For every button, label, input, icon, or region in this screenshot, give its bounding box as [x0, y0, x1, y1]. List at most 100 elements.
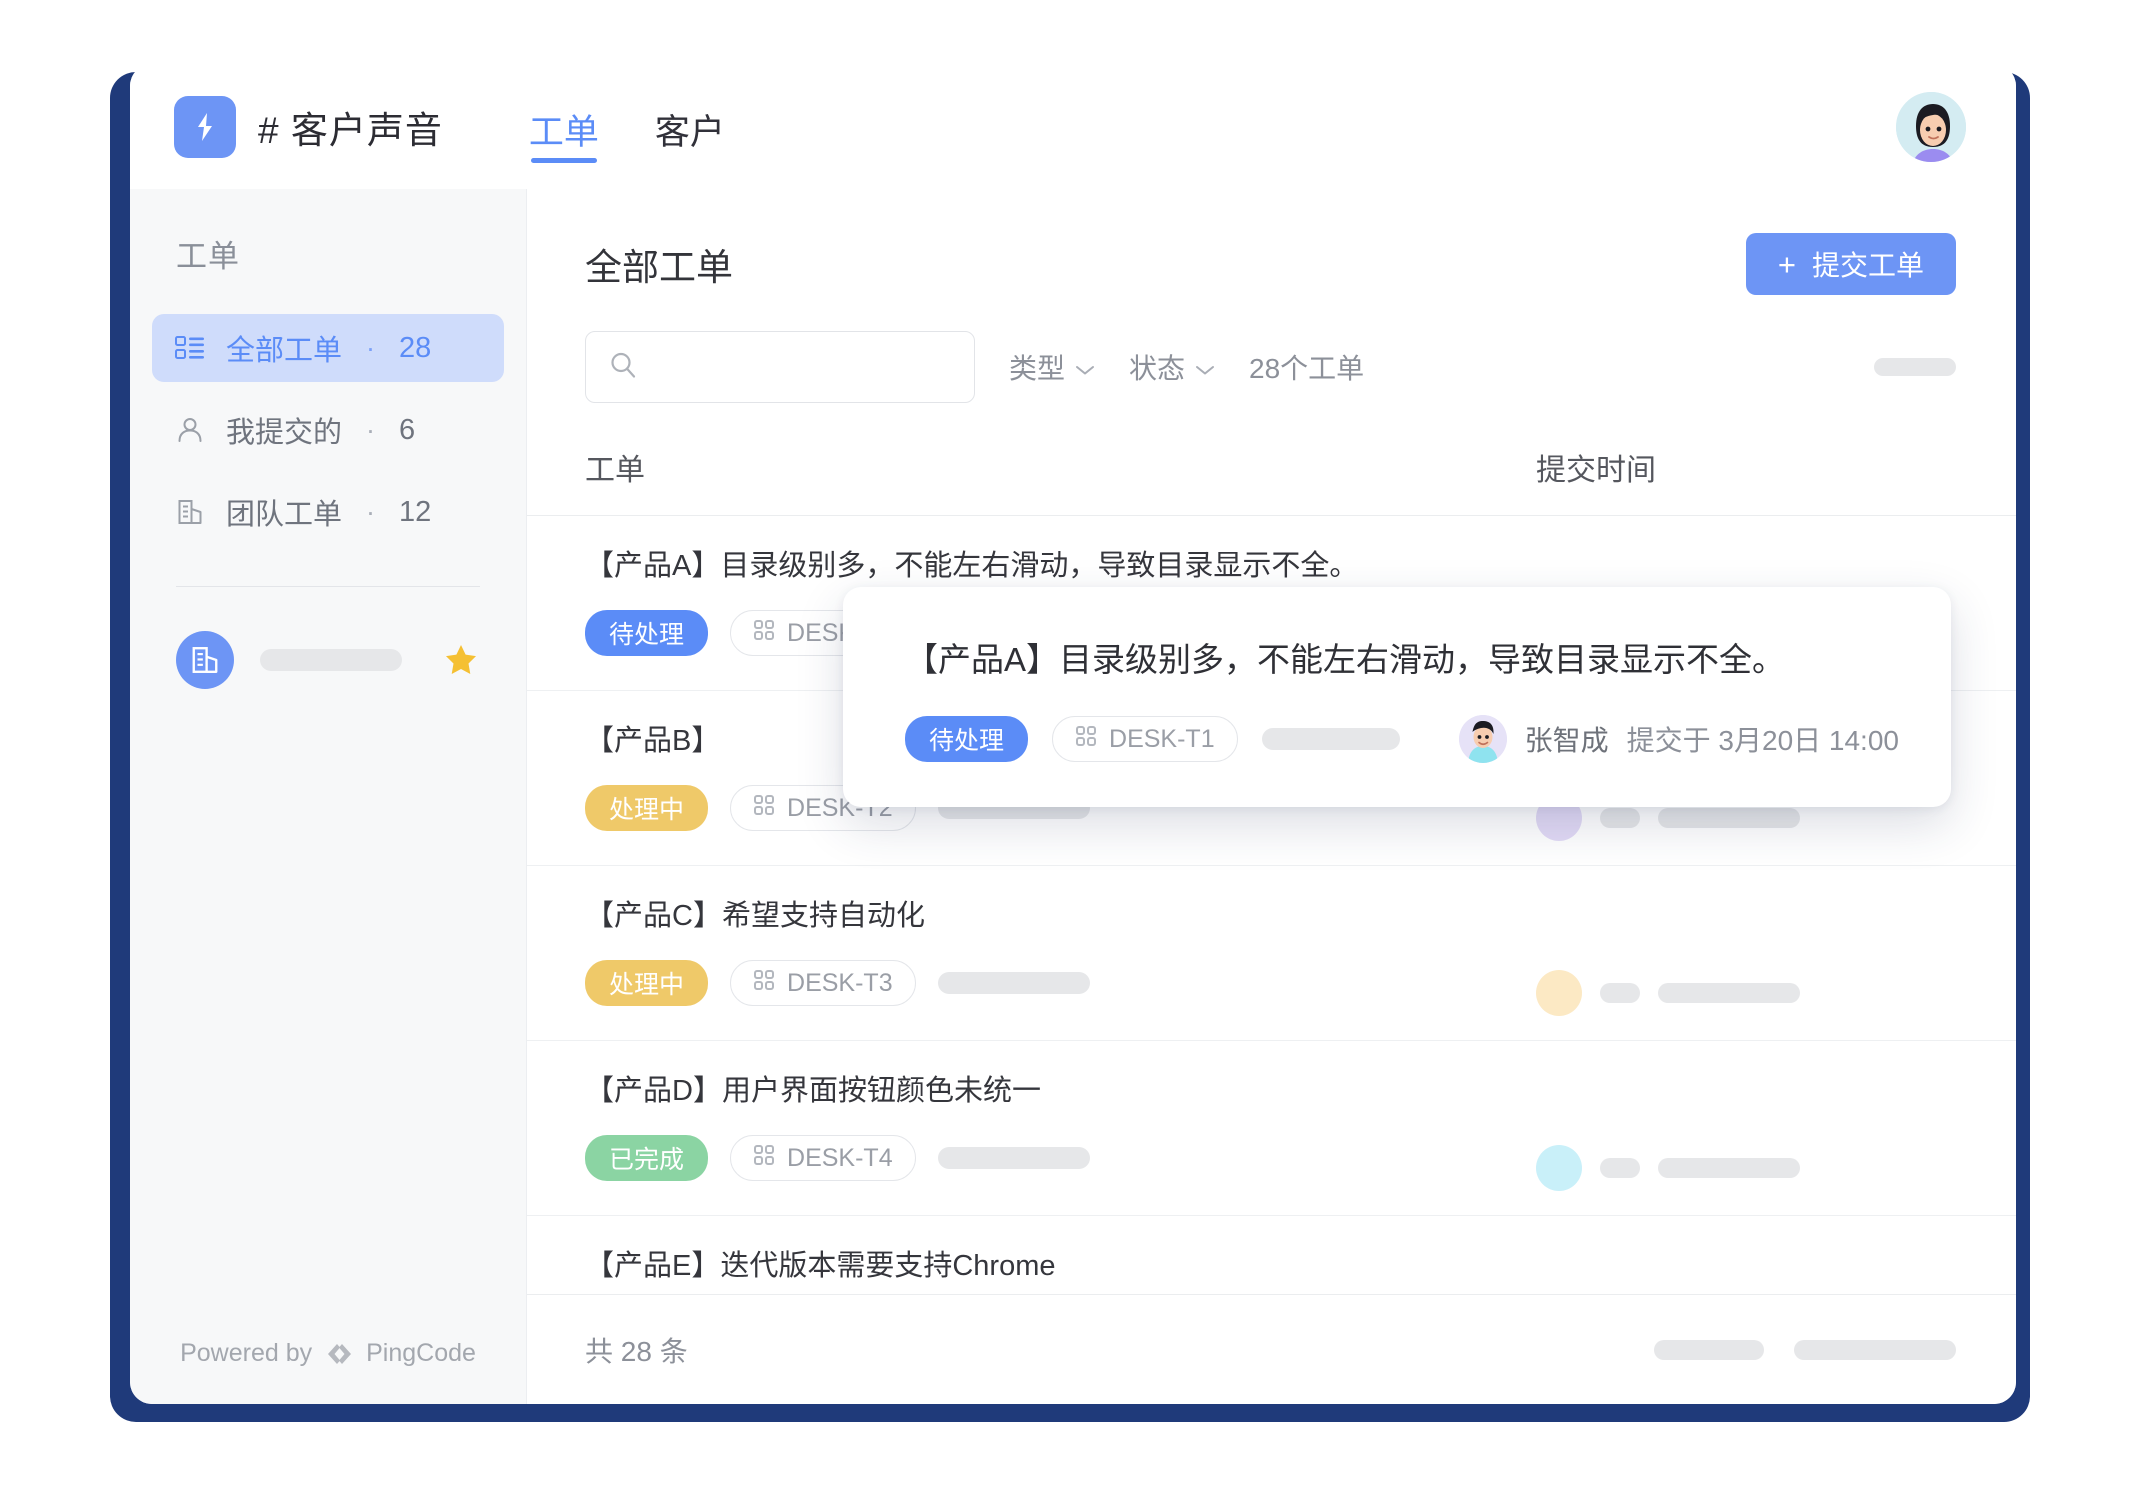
ticket-tag[interactable]: DESK-T3	[730, 960, 916, 1006]
tab-customers[interactable]: 客户	[655, 64, 725, 189]
sidebar-item-all-tickets-sep: ·	[366, 332, 376, 363]
pagination-placeholder-right	[1794, 1339, 1956, 1360]
building-icon	[174, 496, 206, 528]
top-bar: # 客户声音 工单 客户	[130, 64, 2016, 189]
grid-four-icon	[753, 1144, 775, 1173]
building-icon	[176, 631, 234, 689]
grid-four-icon	[753, 969, 775, 998]
column-header-ticket: 工单	[585, 454, 645, 487]
search-icon	[608, 350, 638, 385]
sidebar-item-all-tickets-label: 全部工单	[226, 335, 343, 367]
ticket-meta-placeholder	[937, 1147, 1090, 1169]
ticket-meta: 已完成 DESK-T4	[585, 1135, 1536, 1181]
ticket-meta-placeholder	[937, 972, 1090, 994]
row-content: 【产品E】迭代版本需要支持Chrome 已完成	[585, 1242, 1536, 1294]
preview-author-name: 张智成	[1524, 725, 1609, 756]
ticket-count-text: 28个工单	[1249, 353, 1365, 384]
search-box[interactable]	[585, 331, 975, 403]
preview-card-title: 【产品A】目录级别多，不能左右滑动，导致目录显示不全。	[905, 641, 1786, 678]
ticket-tag-label: DESK-T3	[787, 968, 893, 997]
row-time-cell	[1536, 1067, 1956, 1191]
row-content: 【产品D】用户界面按钮颜色未统一 已完成 DESK-T4	[585, 1067, 1536, 1181]
app-window: # 客户声音 工单 客户 工单 全部工单 · 28 我提交的 · 6 团队工单 …	[130, 64, 2016, 1404]
filter-type-label: 类型	[1009, 353, 1066, 384]
status-badge: 处理中	[585, 785, 709, 831]
filter-type-dropdown[interactable]: 类型	[1009, 347, 1095, 387]
tab-tickets-label: 工单	[528, 113, 599, 152]
sidebar-item-all-tickets[interactable]: 全部工单 · 28	[152, 314, 504, 382]
chevron-down-icon	[1195, 351, 1215, 383]
preview-meta-placeholder	[1261, 728, 1400, 750]
preview-author-avatar	[1458, 715, 1507, 763]
preview-ticket-tag[interactable]: DESK-T1	[1052, 716, 1238, 762]
assignee-avatar	[1536, 970, 1582, 1016]
brand-title-text: 客户声音	[290, 109, 443, 151]
main-header: 全部工单 + 提交工单	[527, 189, 2016, 295]
sidebar-project-item[interactable]	[176, 631, 480, 689]
powered-by-label: Powered by	[180, 1339, 313, 1367]
sidebar-item-my-submissions-label: 我提交的	[226, 417, 343, 449]
screenshot-stage: # 客户声音 工单 客户 工单 全部工单 · 28 我提交的 · 6 团队工单 …	[0, 0, 2142, 1503]
status-badge: 处理中	[585, 960, 709, 1006]
sidebar-divider	[176, 586, 480, 587]
total-count-text: 共 28 条	[585, 1335, 688, 1367]
app-logo-icon	[174, 95, 236, 158]
ticket-tag-label: DESK-T4	[787, 1143, 893, 1172]
sidebar-item-my-submissions-count: 6	[399, 413, 416, 446]
ticket-title: 【产品A】目录级别多，不能左右滑动，导致目录显示不全。	[585, 550, 1359, 582]
filter-bar-placeholder	[1874, 358, 1956, 376]
column-header-time: 提交时间	[1536, 454, 1656, 487]
project-name-placeholder	[260, 649, 402, 671]
grid-four-icon	[753, 794, 775, 823]
sidebar-item-my-submissions-sep: ·	[366, 414, 376, 445]
list-grid-icon	[174, 332, 206, 364]
filter-status-label: 状态	[1129, 353, 1186, 384]
page-hash-title: # 客户声音	[258, 100, 443, 154]
preview-card-meta: 待处理 DESK-T1 张智成 提交于 3月20日 14:00	[905, 715, 1899, 763]
ticket-preview-card[interactable]: 【产品A】目录级别多，不能左右滑动，导致目录显示不全。 待处理 DESK-T1	[843, 587, 1951, 807]
star-icon[interactable]	[442, 641, 480, 679]
preview-ticket-tag-label: DESK-T1	[1109, 724, 1215, 753]
sidebar-item-team-tickets[interactable]: 团队工单 · 12	[152, 478, 504, 546]
avatar[interactable]	[1894, 89, 1968, 164]
table-header: 工单 提交时间	[527, 445, 2016, 516]
time-placeholder-long	[1658, 1158, 1800, 1178]
search-input[interactable]	[652, 351, 952, 383]
ticket-title: 【产品D】用户界面按钮颜色未统一	[585, 1075, 1041, 1107]
sidebar-item-my-submissions[interactable]: 我提交的 · 6	[152, 396, 504, 464]
page-title: 全部工单	[585, 247, 733, 288]
tab-tickets[interactable]: 工单	[529, 64, 599, 189]
sidebar-item-team-tickets-label: 团队工单	[226, 499, 343, 531]
table-row[interactable]: 【产品C】希望支持自动化 处理中 DESK-T3	[527, 866, 2016, 1041]
ticket-title: 【产品C】希望支持自动化	[585, 900, 925, 932]
preview-author-block: 张智成 提交于 3月20日 14:00	[1458, 715, 1899, 763]
pingcode-label: PingCode	[366, 1339, 476, 1367]
ticket-tag[interactable]: DESK-T4	[730, 1135, 916, 1181]
status-badge: 待处理	[585, 610, 709, 656]
status-badge: 已完成	[585, 1135, 709, 1181]
sidebar-item-team-tickets-sep: ·	[366, 496, 376, 527]
time-placeholder-long	[1658, 808, 1800, 828]
table-row[interactable]: 【产品D】用户界面按钮颜色未统一 已完成 DESK-T4	[527, 1041, 2016, 1216]
list-footer: 共 28 条	[527, 1294, 2016, 1404]
time-placeholder-long	[1658, 983, 1800, 1003]
time-placeholder-short	[1600, 1158, 1640, 1178]
assignee-avatar	[1536, 1145, 1582, 1191]
preview-submitted-time: 提交于 3月20日 14:00	[1626, 725, 1899, 756]
plus-icon: +	[1777, 246, 1796, 282]
submit-ticket-label: 提交工单	[1811, 250, 1924, 281]
sidebar: 工单 全部工单 · 28 我提交的 · 6 团队工单 · 12 Powered …	[130, 189, 526, 1404]
top-tabs: 工单 客户	[529, 64, 725, 189]
table-row[interactable]: 【产品E】迭代版本需要支持Chrome 已完成	[527, 1216, 2016, 1294]
pagination[interactable]	[1654, 1339, 1956, 1360]
sidebar-footer: Powered by PingCode	[130, 1339, 526, 1404]
pagination-placeholder-left	[1654, 1339, 1764, 1360]
ticket-meta: 处理中	[585, 960, 1536, 1006]
submit-ticket-button[interactable]: + 提交工单	[1745, 233, 1956, 295]
grid-four-icon	[753, 619, 775, 648]
time-placeholder-short	[1600, 983, 1640, 1003]
filter-status-dropdown[interactable]: 状态	[1129, 347, 1215, 387]
sidebar-title: 工单	[176, 239, 240, 274]
row-time-cell	[1536, 1242, 1956, 1294]
sidebar-item-all-tickets-count: 28	[399, 331, 432, 364]
